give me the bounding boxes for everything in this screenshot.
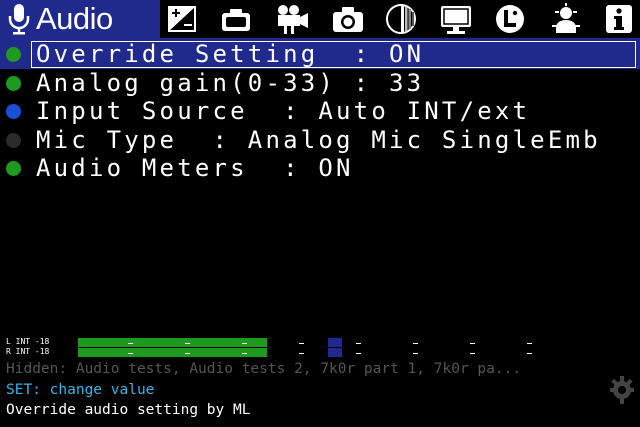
menu-item-audio-meters[interactable]: Audio Meters : ON bbox=[0, 154, 640, 183]
tab-shoot[interactable] bbox=[218, 2, 254, 36]
tab-title: Audio bbox=[36, 1, 113, 36]
meter-level-right bbox=[78, 348, 267, 357]
scripts-icon bbox=[496, 5, 524, 33]
tab-info[interactable] bbox=[601, 2, 637, 36]
audio-menu: Override Setting : ON Analog gain(0-33) … bbox=[0, 40, 640, 183]
info-icon bbox=[606, 5, 632, 33]
meter-peak-left bbox=[328, 338, 342, 347]
meter-tick bbox=[299, 343, 304, 344]
tab-movie[interactable] bbox=[274, 2, 310, 36]
menu-item-label: Analog gain(0-33) : 33 bbox=[36, 68, 425, 97]
meter-tick bbox=[413, 353, 418, 354]
gear-icon bbox=[610, 376, 634, 404]
meter-tick bbox=[128, 343, 133, 344]
meter-label-left: L INT -18 bbox=[6, 337, 50, 346]
menu-item-input-source[interactable]: Input Source : Auto INT/ext bbox=[0, 97, 640, 126]
meter-label-right: R INT -18 bbox=[6, 347, 50, 356]
help-text: Override audio setting by ML bbox=[6, 402, 251, 418]
set-hint: SET: change value bbox=[6, 382, 155, 398]
focus-icon bbox=[386, 4, 416, 34]
tab-debug[interactable] bbox=[548, 2, 584, 36]
menu-item-override-setting[interactable]: Override Setting : ON bbox=[0, 40, 640, 69]
audio-meter-left: L INT -18 bbox=[0, 337, 640, 348]
meter-tick bbox=[470, 353, 475, 354]
microphone-icon bbox=[8, 4, 30, 35]
meter-tick bbox=[470, 343, 475, 344]
meter-tick bbox=[527, 353, 532, 354]
status-dot bbox=[6, 104, 21, 119]
meter-peak-right bbox=[328, 348, 342, 357]
menu-item-mic-type[interactable]: Mic Type : Analog Mic SingleEmb bbox=[0, 126, 640, 155]
meter-tick bbox=[299, 353, 304, 354]
tab-focus[interactable] bbox=[383, 2, 419, 36]
status-dot bbox=[6, 132, 21, 148]
meter-tick bbox=[128, 353, 133, 354]
menu-item-label: Audio Meters : ON bbox=[36, 154, 354, 182]
hidden-items-text: Hidden: Audio tests, Audio tests 2, 7k0r… bbox=[6, 361, 522, 377]
display-icon bbox=[441, 6, 471, 34]
status-dot bbox=[6, 47, 21, 62]
meter-tick bbox=[413, 343, 418, 344]
movie-camera-icon bbox=[278, 5, 308, 34]
meter-level-left bbox=[78, 338, 267, 347]
tab-display[interactable] bbox=[438, 2, 474, 36]
menu-item-analog-gain[interactable]: Analog gain(0-33) : 33 bbox=[0, 69, 640, 98]
tab-scripts[interactable] bbox=[492, 2, 528, 36]
tab-exposure[interactable] bbox=[164, 2, 200, 36]
meter-tick bbox=[527, 343, 532, 344]
meter-tick bbox=[356, 353, 361, 354]
debug-icon bbox=[552, 3, 580, 33]
menu-item-label: Mic Type : Analog Mic SingleEmb bbox=[36, 125, 601, 154]
menu-item-label: Input Source : Auto INT/ext bbox=[36, 97, 531, 125]
meter-tick bbox=[242, 343, 247, 344]
tab-photo[interactable] bbox=[330, 2, 366, 36]
meter-tick bbox=[356, 343, 361, 344]
audio-meter-right: R INT -18 bbox=[0, 347, 640, 358]
meter-tick bbox=[185, 353, 190, 354]
tab-audio[interactable]: Audio bbox=[0, 0, 160, 38]
meter-tick bbox=[242, 353, 247, 354]
exposure-icon bbox=[168, 6, 196, 32]
camera-body-icon bbox=[222, 9, 250, 31]
status-dot bbox=[6, 75, 21, 91]
photo-camera-icon bbox=[333, 7, 363, 32]
tab-bar: Audio bbox=[0, 0, 640, 38]
menu-item-label: Override Setting : ON bbox=[36, 40, 425, 68]
meter-tick bbox=[185, 343, 190, 344]
status-dot bbox=[6, 161, 21, 176]
